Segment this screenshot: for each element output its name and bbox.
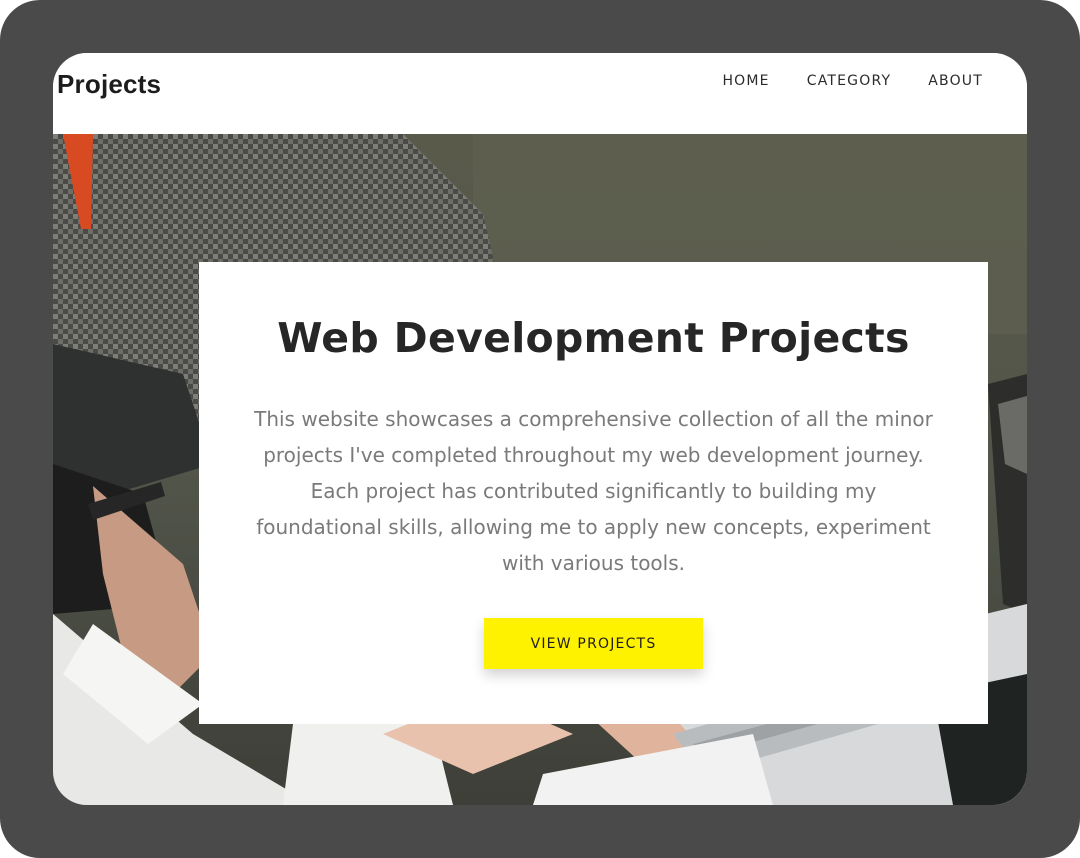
nav-category-link[interactable]: CATEGORY: [807, 73, 892, 89]
hero-section: Web Development Projects This website sh…: [53, 134, 1027, 805]
main-nav: HOME CATEGORY ABOUT: [722, 73, 983, 89]
hero-card: Web Development Projects This website sh…: [199, 262, 988, 724]
view-projects-button[interactable]: VIEW PROJECTS: [484, 618, 703, 669]
browser-viewport: Projects HOME CATEGORY ABOUT Web Develop…: [53, 53, 1027, 805]
navbar: Projects HOME CATEGORY ABOUT: [53, 53, 1027, 134]
hero-title: Web Development Projects: [277, 314, 910, 362]
nav-home-link[interactable]: HOME: [722, 73, 769, 89]
site-logo[interactable]: Projects: [57, 69, 161, 100]
nav-about-link[interactable]: ABOUT: [928, 73, 983, 89]
hero-description: This website showcases a comprehensive c…: [254, 407, 933, 575]
device-frame: Projects HOME CATEGORY ABOUT Web Develop…: [0, 0, 1080, 858]
